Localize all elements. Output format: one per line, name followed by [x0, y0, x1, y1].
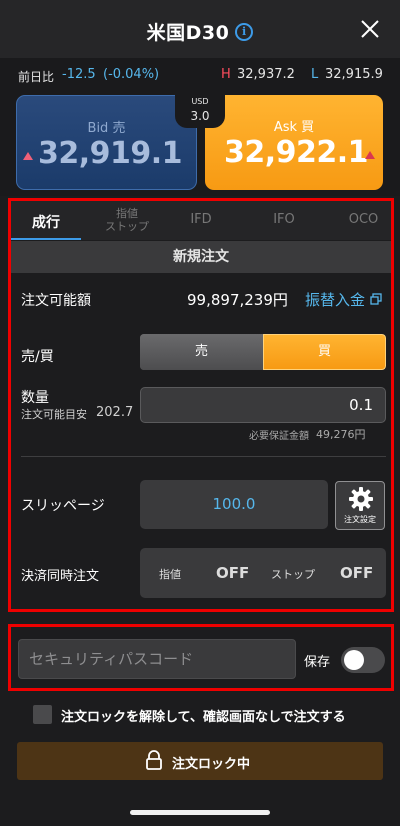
tab-label: IFD — [190, 212, 212, 227]
up-arrow-icon — [23, 152, 33, 160]
divider — [21, 456, 386, 457]
tab-ifd[interactable]: IFD — [176, 201, 226, 240]
quantity-label: 数量 — [21, 390, 49, 406]
home-indicator — [130, 810, 270, 815]
slippage-label: スリッページ — [21, 498, 105, 514]
security-passcode-input[interactable] — [18, 639, 296, 679]
order-type-tabs: 成行 指値 ストップ IFD IFO OCO — [11, 201, 391, 240]
high-value: 32,937.2 — [237, 67, 295, 82]
settle-limit-label: 指値 — [159, 568, 181, 581]
settle-stop-value[interactable]: OFF — [340, 564, 373, 582]
margin-label: 必要保証金額 — [249, 431, 309, 442]
save-toggle[interactable] — [341, 647, 385, 673]
tab-oco[interactable]: OCO — [336, 201, 391, 240]
lock-icon — [146, 750, 162, 770]
price-area: Bid 売 32,919.1 Ask 買 32,922.1 USD 3.0 — [0, 92, 400, 196]
settle-order-box[interactable]: 指値 OFF ストップ OFF — [140, 548, 386, 598]
spread-value: 3.0 — [190, 109, 210, 123]
bid-label: Bid 売 — [87, 121, 126, 136]
toggle-knob — [344, 650, 364, 670]
change-percent: (-0.04%) — [103, 67, 160, 82]
external-link-icon[interactable] — [370, 293, 382, 305]
ask-label: Ask 買 — [273, 120, 315, 135]
quantity-sub-label: 注文可能目安 — [21, 408, 87, 421]
tab-label-line2: ストップ — [105, 220, 149, 233]
settings-label: 注文設定 — [344, 515, 376, 524]
ask-button[interactable]: Ask 買 32,922.1 — [205, 95, 383, 190]
save-label: 保存 — [304, 655, 331, 670]
tab-market[interactable]: 成行 — [11, 201, 81, 240]
info-icon[interactable]: i — [235, 22, 254, 41]
margin-value: 49,276円 — [316, 428, 366, 441]
available-value: 99,897,239円 — [187, 291, 288, 309]
quantity-sub-value: 202.7 — [96, 405, 134, 420]
tab-label-line1: 指値 — [116, 207, 138, 220]
up-arrow-icon — [365, 151, 375, 159]
change-value: -12.5 — [62, 67, 96, 82]
header: 米国D30 i — [0, 0, 400, 58]
bid-price: 32,919.1 — [38, 136, 183, 171]
tab-label: IFO — [273, 212, 295, 227]
side-label: 売/買 — [21, 349, 54, 365]
quote-row: 前日比 -12.5 (-0.04%) H 32,937.2 L 32,915.9 — [0, 58, 400, 92]
order-lock-button[interactable]: 注文ロック中 — [17, 742, 383, 780]
sell-button[interactable]: 売 — [140, 334, 263, 370]
order-settings-button[interactable]: 注文設定 — [335, 481, 385, 530]
settle-stop-label: ストップ — [271, 568, 315, 581]
section-title: 新規注文 — [11, 241, 391, 273]
ask-price: 32,922.1 — [224, 135, 369, 170]
spread-label: USD — [191, 97, 209, 106]
tab-limit-stop[interactable]: 指値 ストップ — [95, 201, 159, 240]
page-title: 米国D30 i — [0, 18, 400, 45]
skip-confirm-label[interactable]: 注文ロックを解除して、確認画面なしで注文する — [61, 706, 346, 725]
skip-confirm-checkbox[interactable] — [33, 705, 52, 724]
tab-ifo[interactable]: IFO — [259, 201, 309, 240]
low-value: 32,915.9 — [325, 67, 383, 82]
transfer-link[interactable]: 振替入金 — [305, 289, 365, 310]
tab-label: 成行 — [32, 215, 60, 231]
high-label: H — [221, 67, 231, 82]
settle-label: 決済同時注文 — [21, 569, 100, 584]
change-label: 前日比 — [18, 70, 55, 84]
instrument-name: 米国D30 — [146, 22, 230, 44]
low-label: L — [311, 67, 319, 82]
gear-icon — [349, 487, 373, 511]
slippage-input[interactable]: 100.0 — [140, 480, 328, 529]
security-panel: 保存 — [8, 624, 394, 691]
order-lock-label: 注文ロック中 — [172, 757, 251, 772]
bid-button[interactable]: Bid 売 32,919.1 — [16, 95, 197, 190]
buy-button[interactable]: 買 — [263, 334, 386, 370]
close-icon[interactable] — [360, 19, 380, 39]
tab-label: OCO — [348, 212, 379, 227]
quantity-input[interactable]: 0.1 — [140, 387, 386, 423]
order-panel: 成行 指値 ストップ IFD IFO OCO 新規注文 注文可能額 99,897… — [8, 198, 394, 612]
settle-limit-value[interactable]: OFF — [216, 564, 249, 582]
available-label: 注文可能額 — [21, 293, 91, 309]
side-toggle: 売 買 — [140, 334, 386, 370]
